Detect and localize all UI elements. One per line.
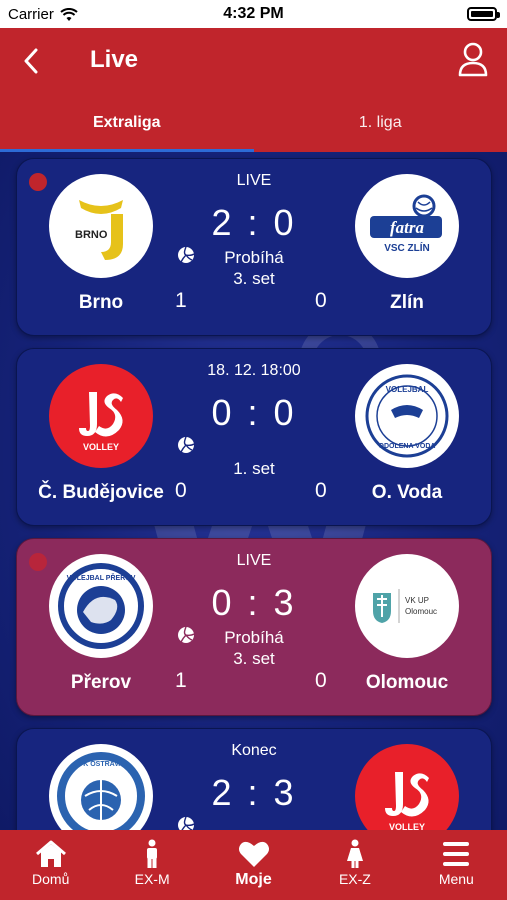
home-set-points: 0 bbox=[175, 479, 187, 502]
svg-text:VOLEJBAL: VOLEJBAL bbox=[386, 385, 429, 394]
svg-text:fatra: fatra bbox=[390, 218, 425, 237]
page-title: Live bbox=[90, 46, 139, 73]
home-team-name: Přerov bbox=[70, 672, 132, 693]
app-header: Live Extraliga 1. liga bbox=[0, 28, 507, 152]
nav-moje[interactable]: Moje bbox=[203, 830, 304, 900]
league-tabs: Extraliga 1. liga bbox=[0, 100, 507, 152]
home-team-name: Brno bbox=[78, 292, 124, 313]
woman-icon bbox=[346, 839, 363, 868]
odolena-voda-logo: VOLEJBAL ODOLENA VODA bbox=[355, 364, 459, 468]
svg-text:Olomouc: Olomouc bbox=[405, 607, 437, 616]
user-profile-icon[interactable] bbox=[457, 42, 489, 78]
tab-label: 1. liga bbox=[358, 114, 402, 131]
match-list[interactable]: LIVE BRNO 2 : 0 Probíhá 3. set fatra VSC… bbox=[0, 152, 507, 830]
nav-menu[interactable]: Menu bbox=[406, 830, 507, 900]
away-team-name: O. Voda bbox=[371, 482, 443, 503]
fatra-zlin-logo: fatra VSC ZLÍN bbox=[355, 174, 459, 278]
nav-label: Moje bbox=[235, 871, 272, 888]
battery-icon bbox=[467, 7, 500, 21]
away-team-name: Zlín bbox=[390, 292, 424, 313]
nav-label: EX-Z bbox=[338, 871, 371, 887]
status-bar: Carrier 4:32 PM bbox=[0, 0, 507, 28]
svg-text:VSC ZLÍN: VSC ZLÍN bbox=[384, 241, 430, 254]
vk-up-olomouc-logo: VK UP Olomouc bbox=[355, 554, 459, 658]
tab-1-liga[interactable]: 1. liga bbox=[254, 100, 507, 152]
chevron-left-icon bbox=[24, 48, 38, 74]
back-button[interactable] bbox=[16, 44, 46, 78]
svg-text:ODOLENA VODA: ODOLENA VODA bbox=[379, 443, 436, 450]
home-team-name: Č. Budějovice bbox=[38, 482, 164, 503]
home-set-points: 1 bbox=[175, 289, 187, 312]
svg-text:VOLLEY: VOLLEY bbox=[389, 822, 425, 830]
nav-ex-z[interactable]: EX-Z bbox=[304, 830, 405, 900]
tab-extraliga[interactable]: Extraliga bbox=[0, 100, 254, 152]
clock: 4:32 PM bbox=[223, 5, 284, 22]
match-card[interactable]: LIVE BRNO 2 : 0 Probíhá 3. set fatra VSC… bbox=[16, 158, 492, 336]
away-team-name: Olomouc bbox=[365, 672, 449, 693]
svg-text:VOLEJBAL PŘEROV: VOLEJBAL PŘEROV bbox=[67, 573, 136, 582]
nav-label: Menu bbox=[438, 871, 474, 887]
menu-icon bbox=[443, 842, 470, 866]
home-set-points: 1 bbox=[175, 669, 187, 692]
match-card[interactable]: LIVE VOLEJBAL PŘEROV 0 : 3 Probíhá 3. se… bbox=[16, 538, 492, 716]
volleyball-icon bbox=[178, 436, 195, 453]
nav-ex-m[interactable]: EX-M bbox=[101, 830, 202, 900]
match-card[interactable]: 18. 12. 18:00 VOLLEY 0 : 0 1. set VOLEJB… bbox=[16, 348, 492, 526]
volleyball-icon bbox=[178, 816, 195, 830]
bottom-nav: Domů EX-M Moje EX-Z Menu bbox=[0, 830, 507, 900]
nav-label: Domů bbox=[32, 871, 70, 887]
nav-label: EX-M bbox=[134, 871, 170, 887]
match-card[interactable]: Konec VK OSTRAVA 2 : 3 VOLLEY bbox=[16, 728, 492, 830]
nav-home[interactable]: Domů bbox=[0, 830, 101, 900]
home-icon bbox=[35, 840, 66, 867]
tab-label: Extraliga bbox=[92, 114, 161, 131]
svg-text:VK UP: VK UP bbox=[405, 596, 429, 605]
heart-icon bbox=[238, 841, 269, 867]
man-icon bbox=[147, 839, 158, 868]
svg-text:VOLLEY: VOLLEY bbox=[83, 442, 119, 452]
svg-text:VK OSTRAVA: VK OSTRAVA bbox=[79, 761, 124, 768]
